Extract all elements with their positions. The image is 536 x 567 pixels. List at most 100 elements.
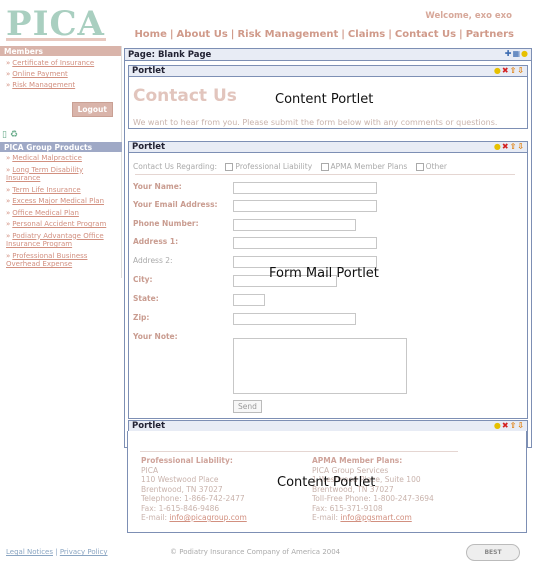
portlet-actions: ●✖⇧⇩ <box>494 421 525 431</box>
list-item: » Professional Business Overhead Expense <box>6 251 88 269</box>
link-long-term-disability[interactable]: Long Term Disability Insurance <box>6 166 83 183</box>
move-down-icon[interactable]: ⇩ <box>517 142 525 151</box>
close-icon[interactable]: ✖ <box>502 66 510 75</box>
welcome-text: Welcome, exo exo <box>425 11 512 21</box>
legal-notices-link[interactable]: Legal Notices <box>6 548 53 556</box>
member-links: » Certificate of Insurance » Online Paymen… <box>0 56 121 93</box>
portlet-overlay-label: Form Mail Portlet <box>269 266 379 281</box>
checkbox-other[interactable] <box>415 163 424 171</box>
checkbox-apma-member-plans[interactable] <box>320 163 329 171</box>
divider <box>140 451 458 452</box>
address-line: Telephone: 1-866-742-2477 <box>141 494 245 503</box>
name-input[interactable] <box>233 182 377 194</box>
sidebar-tool-icons: ▯ ♻ <box>2 130 18 140</box>
zip-input[interactable] <box>233 313 356 325</box>
nav-separator: | <box>388 29 392 40</box>
checkbox-professional-liability[interactable] <box>225 163 234 171</box>
link-medical-malpractice[interactable]: Medical Malpractice <box>12 154 82 162</box>
move-down-icon[interactable]: ⇩ <box>517 66 525 75</box>
list-item: » Certificate of Insurance <box>6 59 95 67</box>
product-links: » Medical Malpractice » Long Term Disabili… <box>0 152 122 274</box>
portlet-title-bar: Portlet ●✖⇧⇩ <box>129 66 527 77</box>
link-online-payment[interactable]: Online Payment <box>12 70 67 78</box>
state-label: State: <box>133 294 159 303</box>
help-bulb-icon[interactable]: ● <box>494 142 502 151</box>
link-certificate-of-insurance[interactable]: Certificate of Insurance <box>12 59 94 67</box>
footer-links: Legal Notices | Privacy Policy <box>6 548 108 556</box>
help-bulb-icon[interactable]: ● <box>494 421 502 430</box>
copyright-text: © Podiatry Insurance Company of America … <box>170 548 341 556</box>
list-item: » Term Life Insurance <box>6 185 81 194</box>
link-excess-major-medical[interactable]: Excess Major Medical Plan <box>12 197 104 205</box>
portlet-overlay-label: Content Portlet <box>275 92 374 107</box>
page-panel: Page: Blank Page ✚▦● Portlet ●✖⇧⇩ Contac… <box>124 48 532 448</box>
nav-contact-us[interactable]: Contact Us <box>395 29 456 40</box>
address2-label: Address 2: <box>133 256 173 265</box>
divider <box>135 174 515 175</box>
address-heading: Professional Liability: <box>141 456 233 465</box>
email-link[interactable]: info@picagroup.com <box>169 513 246 522</box>
link-podiatry-advantage[interactable]: Podiatry Advantage Office Insurance Prog… <box>6 232 104 249</box>
city-label: City: <box>133 275 153 284</box>
close-icon[interactable]: ✖ <box>502 142 510 151</box>
email-input[interactable] <box>233 200 377 212</box>
page-icon[interactable]: ▯ <box>2 130 7 140</box>
logout-button[interactable]: Logout <box>71 102 113 117</box>
note-textarea[interactable] <box>233 338 407 394</box>
nav-home[interactable]: Home <box>134 29 166 40</box>
link-personal-accident[interactable]: Personal Accident Program <box>12 220 106 228</box>
address1-input[interactable] <box>233 237 377 249</box>
note-label: Your Note: <box>133 332 178 341</box>
logo-stripe <box>6 38 106 41</box>
link-risk-management[interactable]: Risk Management <box>12 81 75 89</box>
nav-risk-management[interactable]: Risk Management <box>237 29 338 40</box>
nav-separator: | <box>230 29 235 40</box>
phone-label: Phone Number: <box>133 219 199 228</box>
send-button[interactable]: Send <box>233 400 262 413</box>
form-mail-portlet: Portlet ●✖⇧⇩ Contact Us Regarding: Profe… <box>128 141 528 419</box>
privacy-policy-link[interactable]: Privacy Policy <box>60 548 108 556</box>
recycle-icon[interactable]: ♻ <box>10 130 18 140</box>
address-line: PICA <box>141 465 159 475</box>
nav-partners[interactable]: Partners <box>466 29 514 40</box>
list-item: » Medical Malpractice <box>6 154 82 162</box>
state-input[interactable] <box>233 294 265 306</box>
help-bulb-icon[interactable]: ● <box>521 49 529 58</box>
address-line: PICA Group Services <box>312 465 389 475</box>
phone-input[interactable] <box>233 219 356 231</box>
portlet-title-bar: Portlet ●✖⇧⇩ <box>129 142 527 153</box>
portlet-title: Portlet <box>132 142 166 152</box>
email-label: Your Email Address: <box>133 200 218 209</box>
contact-subtext: We want to hear from you. Please submit … <box>133 118 498 127</box>
name-label: Your Name: <box>133 182 182 191</box>
link-term-life[interactable]: Term Life Insurance <box>12 186 80 194</box>
layout-icon[interactable]: ▦ <box>512 49 521 58</box>
portlet-title: Portlet <box>132 421 166 431</box>
address-line: Fax: 615-371-9108 <box>312 503 383 513</box>
link-office-medical-plan[interactable]: Office Medical Plan <box>12 209 79 217</box>
regarding-label: Contact Us Regarding: <box>133 162 218 171</box>
members-section-title: Members <box>0 46 121 56</box>
help-bulb-icon[interactable]: ● <box>494 66 502 75</box>
option-professional-liability: Professional Liability <box>235 162 313 171</box>
contact-regarding-row: Contact Us Regarding: Professional Liabi… <box>133 162 447 171</box>
page-actions: ✚▦● <box>505 49 529 58</box>
address1-label: Address 1: <box>133 237 179 246</box>
link-professional-business-overhead[interactable]: Professional Business Overhead Expense <box>6 252 87 269</box>
email-link[interactable]: info@pgsmart.com <box>340 513 411 522</box>
list-item: » Online Payment <box>6 70 68 78</box>
pica-logo[interactable]: PICA <box>6 4 116 44</box>
portlet-actions: ●✖⇧⇩ <box>494 66 525 76</box>
nav-claims[interactable]: Claims <box>348 29 385 40</box>
nav-separator: | <box>341 29 345 40</box>
move-down-icon[interactable]: ⇩ <box>517 421 525 430</box>
address-line: Fax: 1-615-846-9486 <box>141 503 220 513</box>
left-sidebar: Members » Certificate of Insurance » Onlin… <box>0 46 122 278</box>
content-portlet-1: Portlet ●✖⇧⇩ Contact Us We want to hear … <box>128 65 528 129</box>
nav-about-us[interactable]: About Us <box>177 29 228 40</box>
address-line: Toll-Free Phone: 1-800-247-3694 <box>312 494 434 503</box>
email-line: E-mail: info@picagroup.com <box>141 513 247 522</box>
portlet-overlay-label: Content Portlet <box>277 475 376 490</box>
close-icon[interactable]: ✖ <box>502 421 510 430</box>
list-item: » Office Medical Plan <box>6 208 79 217</box>
